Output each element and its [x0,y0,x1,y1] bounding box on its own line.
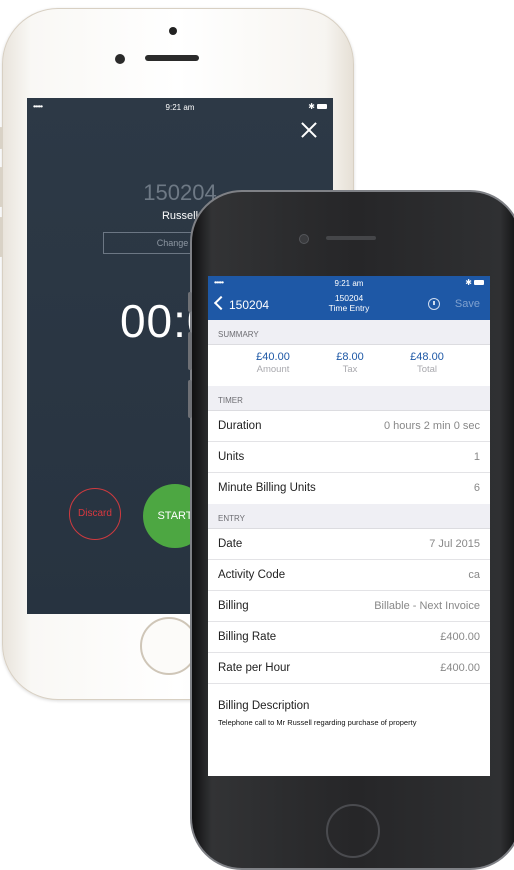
volume-up-button [0,167,3,207]
status-time: 9:21 am [334,279,364,288]
billing-description-row[interactable]: Billing Description Telephone call to Mr… [208,694,490,734]
summary-label: Total [416,364,438,375]
time-entry-screen: ••••• 9:21 am ✱ 150204 150204 Time Entry… [208,276,490,776]
summary-tax: £8.00 Tax [315,351,385,375]
row-label: Date [218,538,243,550]
bluetooth-icon: ✱ [308,102,315,111]
mute-switch [0,127,3,149]
summary-label: Amount [256,364,290,375]
billing-row[interactable]: Billing Billable - Next Invoice [208,591,490,622]
row-value: 6 [473,482,480,494]
mute-switch [188,292,192,312]
row-value: £400.00 [440,662,480,674]
summary-value: £40.00 [256,351,290,363]
activity-code-row[interactable]: Activity Code ca [208,560,490,591]
row-label: Duration [218,420,262,432]
battery-icon [474,280,484,285]
summary-value: £8.00 [336,351,364,363]
row-label: Billing Description [218,700,310,712]
row-value: 7 Jul 2015 [429,538,480,550]
summary-header: SUMMARY [208,320,490,345]
row-label: Billing Rate [218,631,277,643]
entry-header: ENTRY [208,504,490,529]
row-value: 1 [473,451,480,463]
row-label: Activity Code [218,569,286,581]
proximity-sensor-icon [115,54,125,64]
earpiece-speaker [145,55,199,61]
bluetooth-icon: ✱ [465,278,472,287]
billing-description-text[interactable]: Telephone call to Mr Russell regarding p… [218,718,416,727]
date-row[interactable]: Date 7 Jul 2015 [208,529,490,560]
title-subtitle: Time Entry [328,303,370,313]
navigation-bar: ••••• 9:21 am ✱ 150204 150204 Time Entry… [208,276,490,320]
volume-down-button [188,380,192,418]
row-label: Units [218,451,245,463]
front-camera-icon [169,27,177,35]
earpiece-speaker [326,236,376,240]
close-icon[interactable] [301,122,317,138]
units-row[interactable]: Units 1 [208,442,490,473]
page-title: 150204 Time Entry [208,293,490,313]
status-bar: ••••• 9:21 am ✱ [27,102,333,114]
row-label: Billing [218,600,249,612]
row-label: Rate per Hour [218,662,291,674]
minute-billing-units-row[interactable]: Minute Billing Units 6 [208,473,490,504]
timer-header: TIMER [208,386,490,411]
battery-icon [317,104,327,109]
status-bar: ••••• 9:21 am ✱ [208,278,490,290]
home-button[interactable] [326,804,380,858]
volume-up-button [188,332,192,370]
save-button[interactable]: Save [455,298,480,310]
duration-row[interactable]: Duration 0 hours 2 min 0 sec [208,411,490,442]
row-value: £400.00 [440,631,480,643]
summary-panel: £40.00 Amount £8.00 Tax £48.00 Total [208,345,490,385]
volume-down-button [0,217,3,257]
row-value: ca [468,569,480,581]
row-label: Minute Billing Units [218,482,316,494]
summary-amount: £40.00 Amount [238,351,308,375]
row-value: 0 hours 2 min 0 sec [384,420,480,432]
status-time: 9:21 am [165,103,195,112]
stopwatch-icon[interactable] [428,298,440,310]
summary-total: £48.00 Total [392,351,462,375]
front-camera-icon [299,234,309,244]
billing-rate-row[interactable]: Billing Rate £400.00 [208,622,490,653]
row-value: Billable - Next Invoice [374,600,480,612]
title-matter: 150204 [334,293,364,303]
discard-button[interactable]: Discard [69,488,121,540]
summary-value: £48.00 [410,351,444,363]
rate-per-hour-row[interactable]: Rate per Hour £400.00 [208,653,490,684]
summary-label: Tax [342,364,358,375]
front-phone: ••••• 9:21 am ✱ 150204 150204 Time Entry… [188,190,514,870]
